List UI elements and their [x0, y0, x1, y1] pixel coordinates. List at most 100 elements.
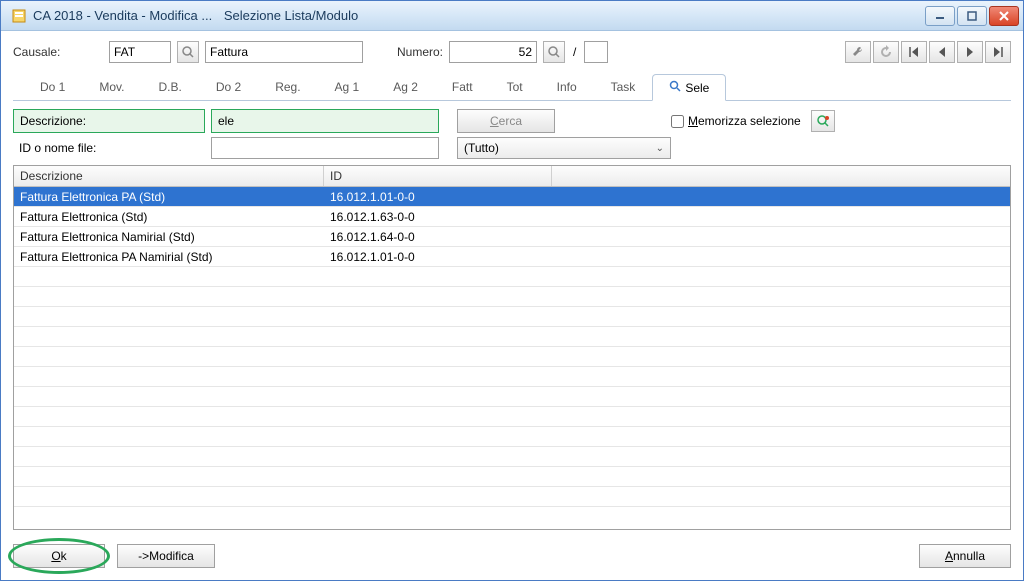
- table-row: [14, 327, 1010, 347]
- cell-id: 16.012.1.01-0-0: [324, 250, 552, 264]
- memorizza-wrap: Memorizza selezione: [671, 114, 801, 128]
- descrizione-label-box: Descrizione:: [13, 109, 205, 133]
- table-row: [14, 307, 1010, 327]
- tab-db[interactable]: D.B.: [141, 74, 198, 101]
- cell-id: 16.012.1.64-0-0: [324, 230, 552, 244]
- tab-ag1[interactable]: Ag 1: [318, 74, 377, 101]
- tab-fatt[interactable]: Fatt: [435, 74, 490, 101]
- table-row: [14, 447, 1010, 467]
- tab-label: Info: [557, 80, 577, 94]
- tab-label: Task: [611, 80, 636, 94]
- tab-label: D.B.: [158, 80, 181, 94]
- descrizione-input[interactable]: [218, 114, 432, 128]
- header-row: Causale: Numero: /: [13, 41, 1011, 63]
- memorizza-settings-button[interactable]: [811, 110, 835, 132]
- cell-id: 16.012.1.63-0-0: [324, 210, 552, 224]
- table-row: [14, 467, 1010, 487]
- tab-label: Tot: [507, 80, 523, 94]
- tab-label: Do 2: [216, 80, 241, 94]
- table-row: [14, 487, 1010, 507]
- table-row: [14, 367, 1010, 387]
- table-row: [14, 287, 1010, 307]
- tool-wrench-button[interactable]: [845, 41, 871, 63]
- filter-row-1: Descrizione: Cerca Memorizza selezione: [13, 109, 1011, 133]
- tab-task[interactable]: Task: [594, 74, 653, 101]
- numero-slash: /: [573, 45, 576, 59]
- filter-combo-value: (Tutto): [464, 141, 499, 155]
- table-row: [14, 407, 1010, 427]
- chevron-down-icon: ⌄: [656, 143, 664, 154]
- tab-ag2[interactable]: Ag 2: [376, 74, 435, 101]
- titlebar: CA 2018 - Vendita - Modifica ... Selezio…: [1, 1, 1023, 31]
- grid-header-rest: [552, 166, 1010, 186]
- tab-label: Reg.: [275, 80, 300, 94]
- table-row: [14, 267, 1010, 287]
- search-icon: [669, 81, 681, 95]
- nav-first-button[interactable]: [901, 41, 927, 63]
- tab-label: Do 1: [40, 80, 65, 94]
- cell-desc: Fattura Elettronica PA (Std): [14, 190, 324, 204]
- cell-desc: Fattura Elettronica (Std): [14, 210, 324, 224]
- window-controls: [925, 6, 1019, 26]
- tab-label: Sele: [685, 81, 709, 95]
- filter-row-2: ID o nome file: (Tutto) ⌄: [13, 137, 1011, 159]
- filter-combo[interactable]: (Tutto) ⌄: [457, 137, 671, 159]
- numero-label: Numero:: [397, 45, 443, 59]
- tab-tot[interactable]: Tot: [490, 74, 540, 101]
- cell-desc: Fattura Elettronica PA Namirial (Std): [14, 250, 324, 264]
- footer-bar: Ok ->Modifica Annulla: [13, 544, 1011, 568]
- tab-reg[interactable]: Reg.: [258, 74, 317, 101]
- tab-bar: Do 1 Mov. D.B. Do 2 Reg. Ag 1 Ag 2 Fatt Tot Info T…: [13, 73, 1011, 101]
- tab-label: Ag 2: [393, 80, 418, 94]
- descrizione-label: Descrizione:: [20, 114, 86, 128]
- grid-body: Fattura Elettronica PA (Std)16.012.1.01-…: [14, 187, 1010, 507]
- toolbar-right: [845, 41, 1011, 63]
- table-row[interactable]: Fattura Elettronica PA (Std)16.012.1.01-…: [14, 187, 1010, 207]
- id-file-label: ID o nome file:: [13, 141, 205, 155]
- minimize-button[interactable]: [925, 6, 955, 26]
- tab-do2[interactable]: Do 2: [199, 74, 258, 101]
- modifica-button[interactable]: ->Modifica: [117, 544, 215, 568]
- causale-label: Causale:: [13, 45, 103, 59]
- grid-header: Descrizione ID: [14, 166, 1010, 187]
- memorizza-checkbox[interactable]: [671, 115, 684, 128]
- title-sub: Selezione Lista/Modulo: [224, 8, 358, 23]
- maximize-button[interactable]: [957, 6, 987, 26]
- nav-last-button[interactable]: [985, 41, 1011, 63]
- table-row[interactable]: Fattura Elettronica (Std)16.012.1.63-0-0: [14, 207, 1010, 227]
- app-icon: [11, 8, 27, 24]
- causale-desc-input[interactable]: [205, 41, 363, 63]
- close-button[interactable]: [989, 6, 1019, 26]
- table-row[interactable]: Fattura Elettronica Namirial (Std)16.012…: [14, 227, 1010, 247]
- annulla-button[interactable]: Annulla: [919, 544, 1011, 568]
- tab-label: Mov.: [99, 80, 124, 94]
- ok-button[interactable]: Ok: [13, 544, 105, 568]
- tab-info[interactable]: Info: [540, 74, 594, 101]
- causale-lookup-button[interactable]: [177, 41, 199, 63]
- table-row[interactable]: Fattura Elettronica PA Namirial (Std)16.…: [14, 247, 1010, 267]
- tab-do1[interactable]: Do 1: [23, 74, 82, 101]
- cerca-button[interactable]: Cerca: [457, 109, 555, 133]
- causale-code-input[interactable]: [109, 41, 171, 63]
- tab-label: Ag 1: [335, 80, 360, 94]
- results-grid: Descrizione ID Fattura Elettronica PA (S…: [13, 165, 1011, 530]
- id-file-input[interactable]: [211, 137, 439, 159]
- tab-mov[interactable]: Mov.: [82, 74, 141, 101]
- numero-lookup-button[interactable]: [543, 41, 565, 63]
- nav-prev-button[interactable]: [929, 41, 955, 63]
- cell-id: 16.012.1.01-0-0: [324, 190, 552, 204]
- nav-next-button[interactable]: [957, 41, 983, 63]
- numero-input[interactable]: [449, 41, 537, 63]
- tab-sele[interactable]: Sele: [652, 74, 726, 101]
- tab-label: Fatt: [452, 80, 473, 94]
- table-row: [14, 347, 1010, 367]
- tool-refresh-button[interactable]: [873, 41, 899, 63]
- app-window: CA 2018 - Vendita - Modifica ... Selezio…: [0, 0, 1024, 581]
- titlebar-text: CA 2018 - Vendita - Modifica ... Selezio…: [33, 8, 925, 23]
- grid-header-desc[interactable]: Descrizione: [14, 166, 324, 186]
- content-area: Causale: Numero: / Do 1Mov.D.: [1, 31, 1023, 580]
- grid-header-id[interactable]: ID: [324, 166, 552, 186]
- numero-ext-input[interactable]: [584, 41, 608, 63]
- table-row: [14, 387, 1010, 407]
- memorizza-label: Memorizza selezione: [688, 114, 801, 128]
